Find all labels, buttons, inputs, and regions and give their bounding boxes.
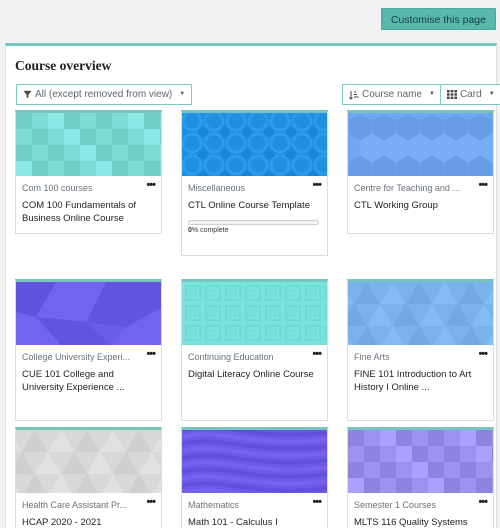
course-actions-menu-icon[interactable]: ••• [312, 179, 322, 191]
course-progress-suffix: % complete [191, 227, 229, 234]
course-category: Health Care Assistant Pr... [22, 500, 128, 510]
caret-down-icon: ▼ [488, 91, 495, 97]
course-card-body: Fine Arts ••• FINE 101 Introduction to Art… [348, 345, 493, 394]
caret-down-icon: ▼ [429, 91, 435, 97]
course-image[interactable] [182, 282, 327, 345]
course-name-link[interactable]: Math 101 - Calculus I [188, 516, 321, 528]
sort-label: Course name [362, 89, 423, 100]
course-card-body: Continuing Education ••• Digital Literacy … [182, 345, 327, 381]
course-card[interactable]: Semester 1 Courses ••• MLTS 116 Quality Sy… [347, 427, 494, 528]
course-actions-menu-icon[interactable]: ••• [312, 348, 322, 360]
course-actions-menu-icon[interactable]: ••• [146, 179, 156, 191]
course-card[interactable]: Centre for Teaching and ... ••• CTL Workin… [347, 110, 494, 234]
page-header: Customise this page [0, 0, 500, 44]
course-card[interactable]: Com 100 courses ••• COM 100 Fundamentals o… [15, 110, 162, 234]
filter-label: All (except removed from view) [35, 89, 173, 100]
course-card-body: Com 100 courses ••• COM 100 Fundamentals o… [16, 176, 161, 225]
course-actions-menu-icon[interactable]: ••• [478, 348, 488, 360]
grid-icon [447, 90, 457, 99]
course-name-link[interactable]: CTL Working Group [354, 199, 487, 212]
course-actions-menu-icon[interactable]: ••• [146, 496, 156, 508]
course-category: Com 100 courses [22, 183, 93, 193]
course-card[interactable]: College University Experi... ••• CUE 101 C… [15, 279, 162, 421]
course-image[interactable] [348, 430, 493, 493]
course-overview-block: Course overview All (except removed from… [5, 43, 500, 528]
course-actions-menu-icon[interactable]: ••• [478, 496, 488, 508]
course-category: Semester 1 Courses [354, 500, 437, 510]
course-name-link[interactable]: CTL Online Course Template [188, 199, 321, 212]
course-name-link[interactable]: HCAP 2020 - 2021 [22, 516, 155, 528]
course-card[interactable]: Miscellaneous ••• CTL Online Course Templa… [181, 110, 328, 256]
customise-page-button[interactable]: Customise this page [380, 8, 496, 30]
course-card-body: Semester 1 Courses ••• MLTS 116 Quality Sy… [348, 493, 493, 528]
course-name-link[interactable]: CUE 101 College and University Experienc… [22, 368, 155, 394]
course-image[interactable] [16, 282, 161, 345]
course-category: College University Experi... [22, 352, 131, 362]
course-category: Centre for Teaching and ... [354, 183, 460, 193]
course-actions-menu-icon[interactable]: ••• [146, 348, 156, 360]
block-title: Course overview [15, 58, 112, 73]
filter-icon [23, 90, 32, 99]
course-card[interactable]: Fine Arts ••• FINE 101 Introduction to Art… [347, 279, 494, 421]
course-name-link[interactable]: Digital Literacy Online Course [188, 368, 321, 381]
caret-down-icon: ▼ [179, 91, 186, 97]
view-label: Card [460, 89, 482, 100]
course-progress-text: 0% complete [188, 227, 321, 234]
view-dropdown[interactable]: Card ▼ [440, 84, 500, 105]
course-image[interactable] [16, 430, 161, 493]
course-card[interactable]: Health Care Assistant Pr... ••• HCAP 2020 … [15, 427, 162, 528]
course-card-body: Miscellaneous ••• CTL Online Course Templa… [182, 176, 327, 234]
course-category: Fine Arts [354, 352, 390, 362]
sort-dropdown[interactable]: Course name ▼ [342, 84, 442, 105]
course-category: Mathematics [188, 500, 240, 510]
course-card-body: College University Experi... ••• CUE 101 C… [16, 345, 161, 394]
course-name-link[interactable]: FINE 101 Introduction to Art History I O… [354, 368, 487, 394]
course-progress-bar [188, 220, 319, 225]
course-image[interactable] [182, 430, 327, 493]
course-card-body: Centre for Teaching and ... ••• CTL Workin… [348, 176, 493, 212]
course-image[interactable] [348, 113, 493, 176]
course-actions-menu-icon[interactable]: ••• [478, 179, 488, 191]
course-card-body: Mathematics ••• Math 101 - Calculus I [182, 493, 327, 528]
course-image[interactable] [16, 113, 161, 176]
course-card-body: Health Care Assistant Pr... ••• HCAP 2020 … [16, 493, 161, 528]
course-name-link[interactable]: COM 100 Fundamentals of Business Online … [22, 199, 155, 225]
course-actions-menu-icon[interactable]: ••• [312, 496, 322, 508]
sort-amount-icon [349, 90, 359, 100]
course-card[interactable]: Continuing Education ••• Digital Literacy … [181, 279, 328, 421]
course-category: Continuing Education [188, 352, 274, 362]
course-name-link[interactable]: MLTS 116 Quality Systems [354, 516, 487, 528]
filter-dropdown[interactable]: All (except removed from view) ▼ [16, 84, 193, 105]
course-card[interactable]: Mathematics ••• Math 101 - Calculus I [181, 427, 328, 528]
course-image[interactable] [348, 282, 493, 345]
course-category: Miscellaneous [188, 183, 246, 193]
course-image[interactable] [182, 113, 327, 176]
